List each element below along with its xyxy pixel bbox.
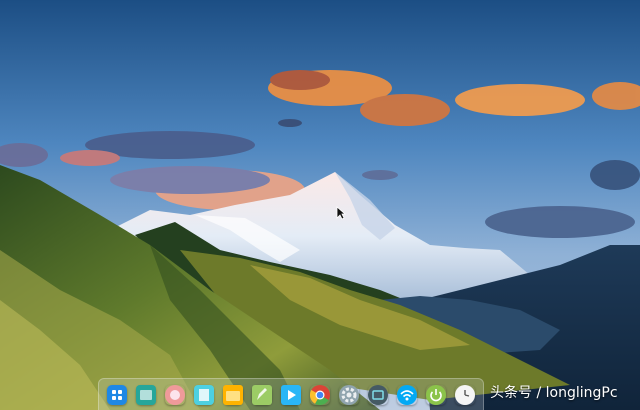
launcher-icon[interactable] xyxy=(107,384,128,405)
dock xyxy=(98,378,484,410)
deepin-files-icon[interactable] xyxy=(194,384,215,405)
mouse-pointer-icon xyxy=(336,206,346,220)
power-icon[interactable] xyxy=(425,384,446,405)
clock-icon[interactable] xyxy=(454,384,475,405)
desktop: 头条号 / longlingPc xyxy=(0,0,640,410)
watermark: 头条号 / longlingPc xyxy=(490,385,618,401)
screen-capture-icon[interactable] xyxy=(367,384,388,405)
network-icon[interactable] xyxy=(396,384,417,405)
chrome-icon[interactable] xyxy=(309,384,330,405)
video-player-icon[interactable] xyxy=(280,384,301,405)
wallpaper xyxy=(0,0,640,410)
settings-icon[interactable] xyxy=(338,384,359,405)
file-manager-icon[interactable] xyxy=(223,384,244,405)
text-editor-icon[interactable] xyxy=(252,384,273,405)
music-icon[interactable] xyxy=(165,384,186,405)
deepin-store-icon[interactable] xyxy=(136,384,157,405)
